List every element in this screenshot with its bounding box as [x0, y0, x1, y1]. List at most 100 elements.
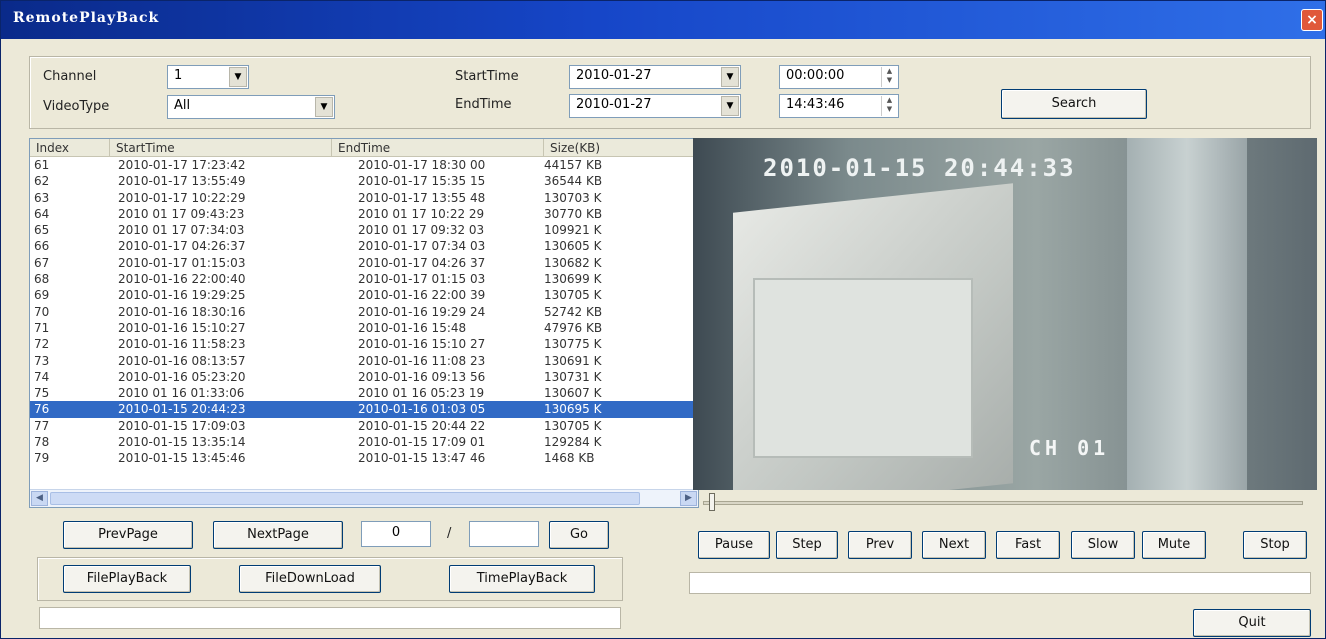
- slider-thumb[interactable]: [709, 493, 715, 511]
- column-header-endtime[interactable]: EndTime: [332, 139, 544, 157]
- cell-index: 65: [34, 223, 50, 238]
- cell-endtime: 2010-01-17 18:30 00: [358, 158, 486, 172]
- table-row[interactable]: 72 2010-01-16 11:58:23 2010-01-16 15:10 27…: [30, 336, 698, 352]
- playback-position-slider[interactable]: [703, 501, 1303, 505]
- end-date-value: 2010-01-27: [576, 97, 652, 112]
- table-row[interactable]: 64 2010 01 17 09:43:23 2010 01 17 10:22 29…: [30, 206, 698, 222]
- prev-button[interactable]: Prev: [848, 531, 912, 559]
- next-page-button[interactable]: NextPage: [213, 521, 343, 549]
- horizontal-scrollbar[interactable]: ◀ ▶: [30, 489, 698, 507]
- cell-endtime: 2010-01-17 13:55 48: [358, 190, 486, 205]
- scroll-right-icon[interactable]: ▶: [680, 491, 697, 506]
- go-button[interactable]: Go: [549, 521, 609, 549]
- cell-index: 70: [34, 304, 50, 319]
- current-page-field[interactable]: 0: [361, 521, 431, 547]
- start-time-spinner[interactable]: 00:00:00 ▲ ▼: [779, 65, 899, 89]
- chevron-down-icon[interactable]: ▼: [721, 67, 739, 87]
- spin-arrows-icon[interactable]: ▲ ▼: [881, 67, 897, 87]
- file-playback-button[interactable]: FilePlayBack: [63, 565, 191, 593]
- playback-progress-bar: [689, 572, 1311, 594]
- cell-index: 71: [34, 320, 50, 335]
- cell-size: 130605 K: [544, 239, 602, 254]
- mute-button[interactable]: Mute: [1142, 531, 1206, 559]
- end-date-picker[interactable]: 2010-01-27 ▼: [569, 94, 741, 118]
- table-row[interactable]: 70 2010-01-16 18:30:16 2010-01-16 19:29 24…: [30, 304, 698, 320]
- table-row[interactable]: 68 2010-01-16 22:00:40 2010-01-17 01:15 03…: [30, 271, 698, 287]
- cell-index: 69: [34, 288, 50, 303]
- cell-starttime: 2010-01-16 08:13:57: [118, 353, 246, 368]
- next-button[interactable]: Next: [922, 531, 986, 559]
- cell-starttime: 2010-01-15 13:45:46: [118, 451, 246, 466]
- remote-playback-window: RemotePlayBack × Channel 1 ▼ VideoType A…: [0, 0, 1326, 639]
- spin-arrows-icon[interactable]: ▲ ▼: [881, 96, 897, 116]
- step-button[interactable]: Step: [776, 531, 838, 559]
- cell-starttime: 2010 01 17 09:43:23: [118, 206, 245, 221]
- column-header-starttime[interactable]: StartTime: [110, 139, 332, 157]
- table-row[interactable]: 62 2010-01-17 13:55:49 2010-01-17 15:35 15…: [30, 173, 698, 189]
- cell-index: 66: [34, 239, 50, 254]
- stop-button[interactable]: Stop: [1243, 531, 1307, 559]
- cell-endtime: 2010-01-16 15:48: [358, 320, 467, 335]
- scroll-thumb[interactable]: [50, 492, 640, 505]
- cell-endtime: 2010-01-15 20:44 22: [358, 418, 486, 433]
- table-row[interactable]: 65 2010 01 17 07:34:03 2010 01 17 09:32 03…: [30, 222, 698, 238]
- channel-select[interactable]: 1 ▼: [167, 65, 249, 89]
- video-display[interactable]: 2010-01-15 20:44:33 CH 01: [693, 138, 1317, 490]
- slow-button[interactable]: Slow: [1071, 531, 1135, 559]
- cell-starttime: 2010-01-15 17:09:03: [118, 418, 246, 433]
- cell-size: 129284 K: [544, 435, 602, 450]
- cell-index: 75: [34, 386, 50, 401]
- cell-endtime: 2010-01-15 13:47 46: [358, 451, 486, 466]
- chevron-down-icon[interactable]: ▼: [315, 97, 333, 117]
- table-row[interactable]: 74 2010-01-16 05:23:20 2010-01-16 09:13 56…: [30, 369, 698, 385]
- cell-starttime: 2010-01-16 05:23:20: [118, 369, 246, 384]
- title-bar[interactable]: RemotePlayBack ×: [1, 1, 1325, 39]
- cell-starttime: 2010-01-15 20:44:23: [118, 402, 246, 417]
- cell-endtime: 2010-01-15 17:09 01: [358, 435, 486, 450]
- videotype-select[interactable]: All ▼: [167, 95, 335, 119]
- chevron-down-icon[interactable]: ▼: [229, 67, 247, 87]
- time-playback-button[interactable]: TimePlayBack: [449, 565, 595, 593]
- prev-page-button[interactable]: PrevPage: [63, 521, 193, 549]
- cell-endtime: 2010-01-17 01:15 03: [358, 272, 486, 287]
- cell-endtime: 2010 01 17 09:32 03: [358, 223, 485, 238]
- table-row[interactable]: 73 2010-01-16 08:13:57 2010-01-16 11:08 23…: [30, 353, 698, 369]
- cell-size: 30770 KB: [544, 206, 603, 221]
- record-list[interactable]: Index StartTime EndTime Size(KB) 61 2010-…: [29, 138, 699, 508]
- cell-size: 52742 KB: [544, 304, 603, 319]
- channel-value: 1: [174, 68, 183, 83]
- cell-size: 130691 K: [544, 353, 602, 368]
- cell-size: 130731 K: [544, 369, 602, 384]
- column-header-size[interactable]: Size(KB): [544, 139, 698, 157]
- table-row[interactable]: 61 2010-01-17 17:23:42 2010-01-17 18:30 00…: [30, 157, 698, 173]
- column-header-index[interactable]: Index: [30, 139, 110, 157]
- cell-index: 62: [34, 174, 50, 189]
- table-row-selected[interactable]: 76 2010-01-15 20:44:23 2010-01-16 01:03 05…: [30, 401, 698, 418]
- table-row[interactable]: 67 2010-01-17 01:15:03 2010-01-17 04:26 37…: [30, 255, 698, 271]
- table-row[interactable]: 77 2010-01-15 17:09:03 2010-01-15 20:44 22…: [30, 418, 698, 434]
- table-row[interactable]: 75 2010 01 16 01:33:06 2010 01 16 05:23 19…: [30, 385, 698, 401]
- table-row[interactable]: 71 2010-01-16 15:10:27 2010-01-16 15:48 479…: [30, 320, 698, 336]
- cell-index: 77: [34, 418, 50, 433]
- search-button[interactable]: Search: [1001, 89, 1147, 119]
- download-progress-bar: [39, 607, 621, 629]
- fast-button[interactable]: Fast: [996, 531, 1060, 559]
- table-row[interactable]: 79 2010-01-15 13:45:46 2010-01-15 13:47 46…: [30, 450, 698, 466]
- cell-starttime: 2010-01-17 13:55:49: [118, 174, 246, 189]
- cell-index: 68: [34, 272, 50, 287]
- table-row[interactable]: 63 2010-01-17 10:22:29 2010-01-17 13:55 48…: [30, 190, 698, 206]
- cell-endtime: 2010-01-16 11:08 23: [358, 353, 486, 368]
- close-button[interactable]: ×: [1301, 9, 1323, 31]
- table-row[interactable]: 78 2010-01-15 13:35:14 2010-01-15 17:09 01…: [30, 434, 698, 450]
- start-date-picker[interactable]: 2010-01-27 ▼: [569, 65, 741, 89]
- video-channel-overlay: CH 01: [1029, 436, 1110, 460]
- table-row[interactable]: 69 2010-01-16 19:29:25 2010-01-16 22:00 39…: [30, 287, 698, 303]
- scroll-left-icon[interactable]: ◀: [31, 491, 48, 506]
- chevron-down-icon[interactable]: ▼: [721, 96, 739, 116]
- end-time-spinner[interactable]: 14:43:46 ▲ ▼: [779, 94, 899, 118]
- video-timestamp-overlay: 2010-01-15 20:44:33: [763, 154, 1076, 182]
- pause-button[interactable]: Pause: [698, 531, 770, 559]
- file-download-button[interactable]: FileDownLoad: [239, 565, 381, 593]
- table-row[interactable]: 66 2010-01-17 04:26:37 2010-01-17 07:34 03…: [30, 238, 698, 254]
- quit-button[interactable]: Quit: [1193, 609, 1311, 637]
